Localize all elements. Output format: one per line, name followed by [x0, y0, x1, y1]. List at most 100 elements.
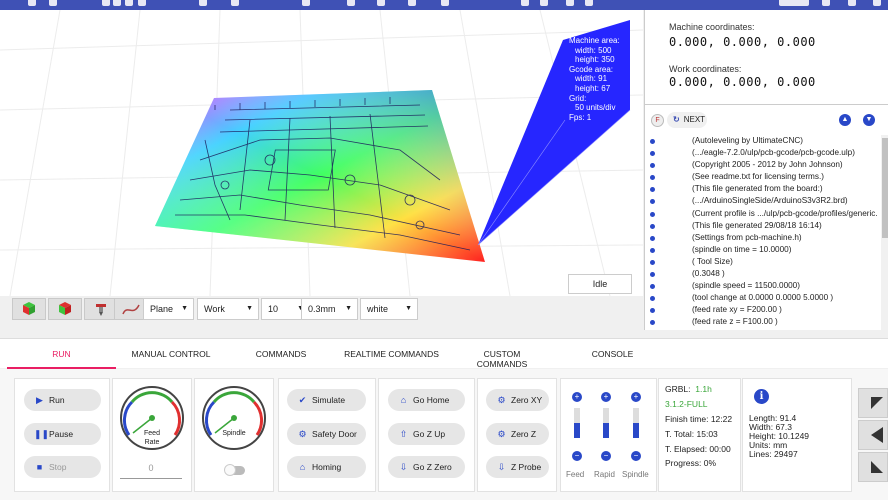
log-line[interactable]: (See readme.txt for licensing terms.): [645, 171, 881, 183]
3d-viewport[interactable]: Machine area: width: 500 height: 350 Gco…: [0, 10, 643, 296]
minus-icon[interactable]: −: [572, 451, 582, 461]
log-line[interactable]: (0.3048 ): [645, 268, 881, 280]
log-line-text: (spindle on time = 10.0000): [692, 244, 792, 254]
refresh-icon: ↻: [673, 115, 680, 124]
log-line[interactable]: (Settings from pcb-machine.h): [645, 232, 881, 244]
homing-button[interactable]: ⌂ Homing: [287, 456, 366, 478]
log-line[interactable]: (Copyright 2005 - 2012 by John Johnson): [645, 159, 881, 171]
log-line[interactable]: (This file generated from the board:): [645, 183, 881, 195]
tab-run[interactable]: RUN: [7, 349, 116, 359]
tab-realtime-commands[interactable]: REALTIME COMMANDS: [343, 349, 440, 359]
arrow-down-icon[interactable]: ▼: [863, 114, 875, 126]
bullet-icon: [650, 320, 655, 326]
minus-icon[interactable]: −: [631, 451, 641, 461]
z-probe-button[interactable]: ⇩ Z Probe: [486, 456, 549, 478]
jog-down-left-button[interactable]: [858, 452, 888, 482]
tab-commands[interactable]: COMMANDS: [245, 349, 317, 359]
background-color-select[interactable]: white ▼: [360, 298, 418, 320]
jog-left-button[interactable]: [858, 420, 888, 450]
grbl-version: GRBL: 1.1h: [665, 384, 712, 394]
f-button[interactable]: F: [651, 114, 664, 127]
go-z-zero-button[interactable]: ⇩ Go Z Zero: [388, 456, 465, 478]
log-line[interactable]: (This file generated 29/08/18 16:14): [645, 220, 881, 232]
toolbar-icon[interactable]: [138, 0, 146, 6]
cube-green-red-icon[interactable]: [12, 298, 46, 320]
log-line[interactable]: (feed rate z = F100.00 ): [645, 316, 881, 328]
toolbar-icon[interactable]: [585, 0, 593, 6]
rapid-override-slider[interactable]: [603, 408, 609, 438]
gcode-log-list[interactable]: (Autoleveling by UltimateCNC) (.../eagle-…: [645, 135, 881, 330]
log-line[interactable]: (.../ArduinoSingleSide/ArduinoS3v3R2.brd…: [645, 195, 881, 207]
cube-red-green-icon[interactable]: [48, 298, 82, 320]
feed-override-fill: [574, 423, 580, 438]
tab-bar: RUN MANUAL CONTROL COMMANDS REALTIME COM…: [0, 338, 888, 369]
chevron-down-icon: ▼: [345, 305, 352, 312]
gcode-area-label: Gcode area:: [569, 64, 614, 74]
bullet-icon: [650, 163, 655, 169]
plus-icon[interactable]: +: [601, 392, 611, 402]
toolbar-icon[interactable]: [377, 0, 385, 6]
log-line[interactable]: (tool change at 0.0000 0.0000 5.0000 ): [645, 292, 881, 304]
toolbar-icon[interactable]: [113, 0, 121, 6]
log-scrollbar[interactable]: [881, 135, 888, 330]
feed-rate-value: 0: [120, 463, 182, 479]
toolbar-icon[interactable]: [347, 0, 355, 6]
next-button[interactable]: ↻ NEXT: [667, 112, 707, 128]
toolbar-icon[interactable]: [521, 0, 529, 6]
log-line[interactable]: (feed rate xy = F200.00 ): [645, 304, 881, 316]
simulate-button[interactable]: ✔ Simulate: [287, 389, 366, 411]
go-z-up-button[interactable]: ⇧ Go Z Up: [388, 423, 465, 445]
toolbar-icon[interactable]: [779, 0, 809, 6]
jog-up-left-button[interactable]: [858, 388, 888, 418]
zero-xy-button[interactable]: ⚙ Zero XY: [486, 389, 549, 411]
plus-icon[interactable]: +: [631, 392, 641, 402]
spindle-override-slider[interactable]: [633, 408, 639, 438]
machine-area-height: height: 350: [575, 55, 615, 65]
log-line[interactable]: (spindle on time = 10.0000): [645, 244, 881, 256]
stop-button[interactable]: ■ Stop: [24, 456, 101, 478]
toolbar-icon[interactable]: [199, 0, 207, 6]
log-line[interactable]: (Autoleveling by UltimateCNC): [645, 135, 881, 147]
toolbar-icon[interactable]: [441, 0, 449, 6]
run-button[interactable]: ▶ Run: [24, 389, 101, 411]
toolbar-icon[interactable]: [822, 0, 830, 6]
minus-icon[interactable]: −: [601, 451, 611, 461]
log-line[interactable]: (.../eagle-7.2.0/ulp/pcb-gcode/pcb-gcode…: [645, 147, 881, 159]
toolbar-icon[interactable]: [848, 0, 856, 6]
zero-z-button[interactable]: ⚙ Zero Z: [486, 423, 549, 445]
pause-button[interactable]: ❚❚Pause: [24, 423, 101, 445]
toolbar-icon[interactable]: [873, 0, 881, 6]
spindle-gauge: Spindle: [202, 386, 266, 450]
tool-diameter-select[interactable]: 0.3mm ▼: [301, 298, 358, 320]
toolbar-icon[interactable]: [408, 0, 416, 6]
tab-custom-commands[interactable]: CUSTOM COMMANDS: [458, 349, 546, 369]
spindle-override: + −: [630, 392, 642, 462]
tab-manual-control[interactable]: MANUAL CONTROL: [125, 349, 217, 359]
spindle-toggle[interactable]: [224, 464, 245, 476]
coordinate-system-select[interactable]: Work ▼: [197, 298, 259, 320]
toolbar-icon[interactable]: [102, 0, 110, 6]
arrow-up-icon[interactable]: ▲: [839, 114, 851, 126]
toolbar-icon[interactable]: [49, 0, 57, 6]
toolbar-icon[interactable]: [125, 0, 133, 6]
scrollbar-thumb[interactable]: [882, 138, 888, 238]
toolbar-icon[interactable]: [28, 0, 36, 6]
safety-door-button[interactable]: ⚙ Safety Door: [287, 423, 366, 445]
log-line[interactable]: (Current profile is .../ulp/pcb-gcode/pr…: [645, 208, 881, 220]
log-line[interactable]: (spindle speed = 11500.0000): [645, 280, 881, 292]
log-line[interactable]: ( Tool Size): [645, 256, 881, 268]
toolbar-icon[interactable]: [302, 0, 310, 6]
tab-console[interactable]: CONSOLE: [585, 349, 640, 359]
plus-icon[interactable]: +: [572, 392, 582, 402]
log-line[interactable]: (Z Axis Settings): [645, 329, 881, 331]
toolbar-icon[interactable]: [566, 0, 574, 6]
info-icon: i: [754, 389, 769, 404]
go-home-button[interactable]: ⌂ Go Home: [388, 389, 465, 411]
toolbar-icon[interactable]: [540, 0, 548, 6]
tool-bit-icon[interactable]: [84, 298, 118, 320]
view-plane-select[interactable]: Plane ▼: [143, 298, 194, 320]
bullet-icon: [650, 223, 655, 229]
pause-icon: ❚❚: [34, 429, 50, 439]
toolbar-icon[interactable]: [231, 0, 239, 6]
feed-override-slider[interactable]: [574, 408, 580, 438]
